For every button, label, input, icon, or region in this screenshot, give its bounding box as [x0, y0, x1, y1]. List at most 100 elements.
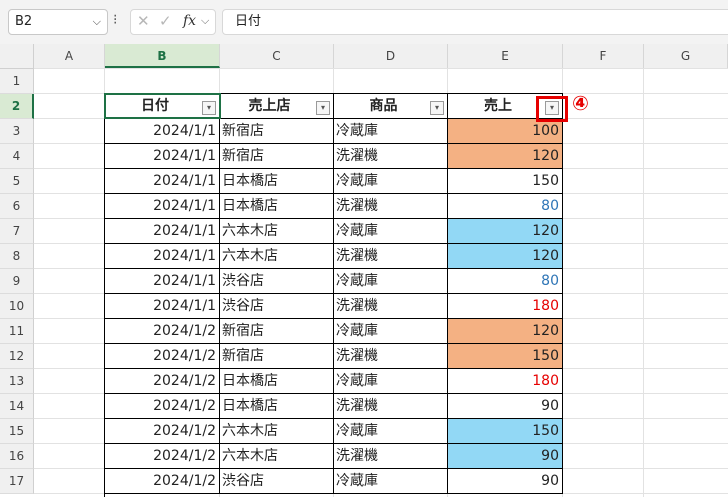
product-cell[interactable]: 冷蔵庫	[334, 469, 448, 494]
column-header-c[interactable]: C	[220, 44, 334, 68]
sales-cell[interactable]: 90	[448, 394, 563, 419]
row-header-3[interactable]: 3	[0, 119, 34, 144]
sales-cell[interactable]: 120	[448, 244, 563, 269]
row-header-13[interactable]: 13	[0, 369, 34, 394]
sales-cell[interactable]: 90	[448, 469, 563, 494]
product-cell[interactable]: 冷蔵庫	[334, 319, 448, 344]
row-header-4[interactable]: 4	[0, 144, 34, 169]
product-cell[interactable]: 洗濯機	[334, 344, 448, 369]
date-cell[interactable]: 2024/1/1	[105, 244, 220, 269]
enter-icon[interactable]: ✓	[159, 12, 172, 30]
date-cell[interactable]: 2024/1/2	[105, 369, 220, 394]
store-cell[interactable]: 新宿店	[220, 144, 334, 169]
sales-cell[interactable]: 150	[448, 419, 563, 444]
date-cell[interactable]: 2024/1/2	[105, 319, 220, 344]
store-cell[interactable]: 渋谷店	[220, 469, 334, 494]
date-cell[interactable]: 2024/1/1	[105, 194, 220, 219]
formula-input[interactable]: 日付	[222, 9, 728, 35]
column-header-b[interactable]: B	[105, 44, 220, 68]
header-product[interactable]: 商品 ▾	[334, 94, 448, 119]
date-cell[interactable]: 2024/1/1	[105, 219, 220, 244]
sales-cell[interactable]: 120	[448, 219, 563, 244]
sales-cell[interactable]: 100	[448, 119, 563, 144]
name-box[interactable]: B2 ⌵	[8, 9, 108, 35]
store-cell[interactable]: 日本橋店	[220, 194, 334, 219]
chevron-down-icon[interactable]: ⌵	[93, 10, 101, 34]
product-cell[interactable]: 冷蔵庫	[334, 169, 448, 194]
product-cell[interactable]: 冷蔵庫	[334, 219, 448, 244]
store-cell[interactable]: 日本橋店	[220, 169, 334, 194]
column-header-g[interactable]: G	[644, 44, 728, 68]
date-cell[interactable]: 2024/1/1	[105, 169, 220, 194]
sales-cell[interactable]: 90	[448, 444, 563, 469]
row-header-7[interactable]: 7	[0, 219, 34, 244]
formula-buttons: ✕ ✓ fx ⌵	[130, 9, 216, 35]
date-cell[interactable]: 2024/1/2	[105, 394, 220, 419]
sales-cell[interactable]: 80	[448, 194, 563, 219]
date-cell[interactable]: 2024/1/1	[105, 119, 220, 144]
row-header-1[interactable]: 1	[0, 69, 34, 94]
store-cell[interactable]: 日本橋店	[220, 394, 334, 419]
row-header-15[interactable]: 15	[0, 419, 34, 444]
column-header-a[interactable]: A	[34, 44, 105, 68]
date-cell[interactable]: 2024/1/2	[105, 419, 220, 444]
more-options-icon[interactable]: ⁝	[113, 12, 117, 28]
product-cell[interactable]: 洗濯機	[334, 394, 448, 419]
row-header-8[interactable]: 8	[0, 244, 34, 269]
row-header-14[interactable]: 14	[0, 394, 34, 419]
column-header-d[interactable]: D	[334, 44, 448, 68]
insert-function-icon[interactable]: fx	[183, 13, 196, 29]
row-header-6[interactable]: 6	[0, 194, 34, 219]
header-store[interactable]: 売上店 ▾	[220, 94, 334, 119]
store-cell[interactable]: 新宿店	[220, 319, 334, 344]
store-cell[interactable]: 六本木店	[220, 419, 334, 444]
product-cell[interactable]: 洗濯機	[334, 444, 448, 469]
date-cell[interactable]: 2024/1/1	[105, 144, 220, 169]
sales-cell[interactable]: 180	[448, 369, 563, 394]
row-header-2[interactable]: 2	[0, 94, 34, 119]
sales-cell[interactable]: 120	[448, 319, 563, 344]
chevron-down-icon[interactable]: ⌵	[201, 14, 209, 28]
date-cell[interactable]: 2024/1/1	[105, 269, 220, 294]
store-cell[interactable]: 六本木店	[220, 444, 334, 469]
row-header-9[interactable]: 9	[0, 269, 34, 294]
product-cell[interactable]: 冷蔵庫	[334, 119, 448, 144]
sales-cell[interactable]: 180	[448, 294, 563, 319]
store-cell[interactable]: 新宿店	[220, 344, 334, 369]
column-header-e[interactable]: E	[448, 44, 563, 68]
product-cell[interactable]: 冷蔵庫	[334, 419, 448, 444]
filter-dropdown-icon[interactable]: ▾	[430, 101, 444, 115]
sales-cell[interactable]: 150	[448, 169, 563, 194]
sales-cell[interactable]: 80	[448, 269, 563, 294]
store-cell[interactable]: 渋谷店	[220, 269, 334, 294]
row-header-17[interactable]: 17	[0, 469, 34, 494]
select-all-corner[interactable]	[0, 44, 34, 68]
store-cell[interactable]: 新宿店	[220, 119, 334, 144]
store-cell[interactable]: 日本橋店	[220, 369, 334, 394]
product-cell[interactable]: 洗濯機	[334, 194, 448, 219]
row-header-5[interactable]: 5	[0, 169, 34, 194]
filter-dropdown-icon[interactable]: ▾	[316, 101, 330, 115]
product-cell[interactable]: 洗濯機	[334, 244, 448, 269]
store-cell[interactable]: 六本木店	[220, 219, 334, 244]
product-cell[interactable]: 洗濯機	[334, 294, 448, 319]
store-cell[interactable]: 六本木店	[220, 244, 334, 269]
column-header-f[interactable]: F	[563, 44, 644, 68]
formula-bar: B2 ⌵ ⁝ ✕ ✓ fx ⌵ 日付	[0, 0, 728, 44]
store-cell[interactable]: 渋谷店	[220, 294, 334, 319]
date-cell[interactable]: 2024/1/2	[105, 469, 220, 494]
sales-cell[interactable]: 120	[448, 144, 563, 169]
product-cell[interactable]: 冷蔵庫	[334, 369, 448, 394]
row-header-10[interactable]: 10	[0, 294, 34, 319]
date-cell[interactable]: 2024/1/2	[105, 444, 220, 469]
cancel-icon[interactable]: ✕	[137, 12, 150, 30]
product-cell[interactable]: 洗濯機	[334, 144, 448, 169]
row-header-12[interactable]: 12	[0, 344, 34, 369]
sales-cell[interactable]: 150	[448, 344, 563, 369]
header-label: 商品	[369, 98, 398, 114]
row-header-11[interactable]: 11	[0, 319, 34, 344]
date-cell[interactable]: 2024/1/2	[105, 344, 220, 369]
product-cell[interactable]: 冷蔵庫	[334, 269, 448, 294]
date-cell[interactable]: 2024/1/1	[105, 294, 220, 319]
row-header-16[interactable]: 16	[0, 444, 34, 469]
